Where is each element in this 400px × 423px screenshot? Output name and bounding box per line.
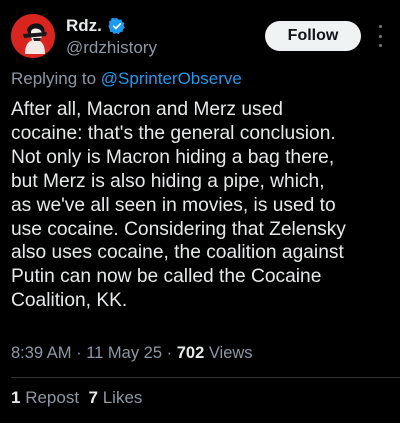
reply-mention-link[interactable]: @SprinterObserve: [101, 69, 242, 88]
tweet-line: cocaine: that's the general conclusion.: [11, 122, 336, 144]
reply-prefix: Replying to: [11, 69, 101, 88]
follow-button[interactable]: Follow: [265, 21, 361, 51]
tweet-line: as we've all seen in movies, is used to: [11, 194, 336, 216]
reposts-label: Repost: [20, 388, 80, 407]
tweet-line: also uses cocaine, the coalition against: [11, 242, 344, 264]
tweet-line: but Merz is also hiding a pipe, which,: [11, 170, 325, 192]
meta-separator: ·: [71, 344, 87, 362]
author-name-row: Rdz.: [66, 16, 126, 36]
tweet-line: use cocaine. Considering that Zelensky: [11, 218, 346, 240]
tweet-line: Coalition, KK.: [11, 290, 128, 312]
verified-badge-icon: [108, 17, 125, 35]
tweet-time[interactable]: 8:39 AM: [11, 344, 72, 362]
tweet-line: Putin can now be called the Cocaine: [11, 266, 322, 288]
views-count: 702: [176, 344, 205, 362]
reposts-link[interactable]: 1 Repost: [11, 388, 79, 407]
divider: [11, 377, 400, 378]
avatar-portrait-icon: [11, 14, 55, 58]
tweet-line: Not only is Macron hiding a bag there,: [11, 146, 335, 168]
author-handle[interactable]: @rdzhistory: [66, 38, 157, 58]
author-display-name[interactable]: Rdz.: [66, 16, 102, 36]
reply-context: Replying to @SprinterObserve: [11, 69, 242, 89]
likes-count: 7: [88, 388, 98, 407]
avatar[interactable]: [11, 14, 55, 58]
views-label: Views: [204, 344, 253, 362]
tweet-meta: 8:39 AM · 11 May 25 · 702 Views: [11, 344, 253, 363]
meta-separator: ·: [162, 344, 177, 362]
likes-label: Likes: [97, 388, 143, 407]
likes-link[interactable]: 7 Likes: [89, 388, 143, 407]
tweet-text: After all, Macron and Merz used cocaine:…: [11, 98, 395, 313]
tweet-line: After all, Macron and Merz used: [11, 99, 283, 120]
more-options-icon[interactable]: [376, 25, 384, 47]
tweet-date[interactable]: 11 May 25: [86, 344, 162, 362]
engagement-stats: 1 Repost 7 Likes: [11, 388, 142, 408]
